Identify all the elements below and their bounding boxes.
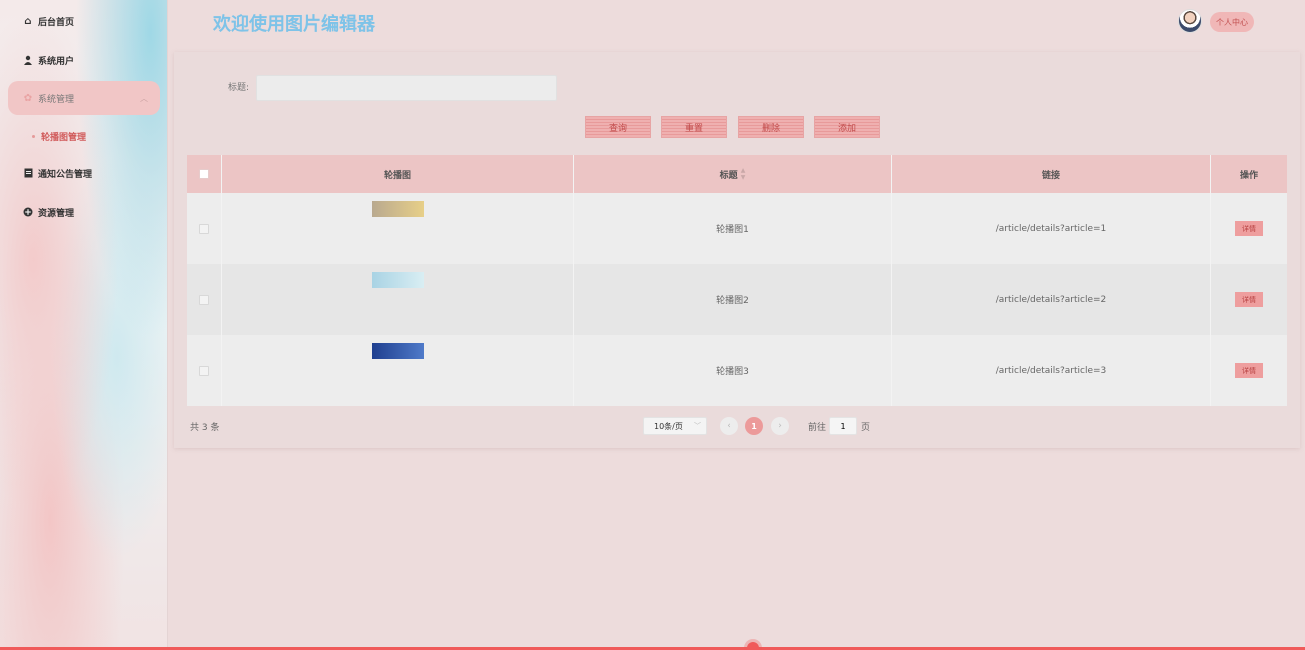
carousel-thumbnail[interactable] <box>371 272 424 288</box>
column-header-actions: 操作 <box>1239 170 1258 181</box>
actions-cell: 详情 <box>1211 193 1287 264</box>
prev-page-button[interactable]: ‹ <box>720 417 738 435</box>
sidebar-item-label: 通知公告管理 <box>38 169 93 180</box>
table-row: 轮播图3 /article/details?article=3 详情 <box>187 335 1287 406</box>
row-checkbox[interactable] <box>199 365 209 376</box>
row-checkbox-cell <box>187 264 222 335</box>
query-button[interactable]: 查询 <box>585 116 651 138</box>
row-checkbox[interactable] <box>199 294 209 305</box>
bullet-icon <box>32 134 35 138</box>
page-size-select[interactable]: 10条/页 ﹀ <box>643 417 707 435</box>
detail-button[interactable]: 详情 <box>1235 221 1263 236</box>
home-icon: ⌂ <box>24 15 32 27</box>
carousel-thumbnail[interactable] <box>371 201 424 217</box>
column-header-image: 轮播图 <box>222 155 574 193</box>
sidebar-item-system[interactable]: ✿ 系统管理 ︿ <box>8 81 160 115</box>
row-checkbox-cell <box>187 335 222 406</box>
sidebar-item-label: 系统用户 <box>38 56 75 67</box>
image-cell <box>222 264 574 335</box>
link-cell: /article/details?article=2 <box>892 264 1211 335</box>
add-button[interactable]: 添加 <box>814 116 880 138</box>
link-cell: /article/details?article=3 <box>892 335 1211 406</box>
goto-prefix: 前往 <box>808 423 827 433</box>
chevron-up-icon: ︿ <box>140 94 148 103</box>
sidebar-item-label: 资源管理 <box>38 208 75 219</box>
chevron-right-icon: › <box>778 421 782 431</box>
next-page-button[interactable]: › <box>771 417 789 435</box>
user-icon <box>22 54 34 66</box>
page-title: 欢迎使用图片编辑器 <box>213 14 375 35</box>
plus-circle-icon <box>22 206 34 218</box>
column-header-title[interactable]: 标题 ▲ ▼ <box>574 155 892 193</box>
progress-knob[interactable] <box>747 642 759 650</box>
document-icon <box>22 167 34 179</box>
row-checkbox-cell <box>187 193 222 264</box>
link-cell: /article/details?article=1 <box>892 193 1211 264</box>
page-number-button[interactable]: 1 <box>745 417 763 435</box>
data-table: 轮播图 标题 ▲ ▼ 链接 操作 轮播图1 /article/details?ar… <box>187 155 1287 406</box>
image-cell <box>222 193 574 264</box>
search-input[interactable] <box>256 75 557 101</box>
page-size-value: 10条/页 <box>654 421 683 431</box>
table-row: 轮播图2 /article/details?article=2 详情 <box>187 264 1287 335</box>
goto-page-input[interactable] <box>829 417 857 435</box>
search-label: 标题: <box>228 83 250 93</box>
avatar[interactable] <box>1178 9 1202 33</box>
sidebar-subitem-carousel[interactable]: 轮播图管理 <box>32 127 86 145</box>
column-header-title-label: 标题 <box>719 170 738 181</box>
sidebar-item-users[interactable]: 系统用户 <box>8 43 160 77</box>
detail-button[interactable]: 详情 <box>1235 292 1263 307</box>
sidebar-item-label: 后台首页 <box>38 17 75 28</box>
chevron-down-icon: ﹀ <box>694 422 701 430</box>
chevron-left-icon: ‹ <box>727 421 731 431</box>
delete-button[interactable]: 删除 <box>738 116 804 138</box>
table-header: 轮播图 标题 ▲ ▼ 链接 操作 <box>187 155 1287 193</box>
profile-button[interactable]: 个人中心 <box>1210 12 1254 32</box>
total-count: 共 3 条 <box>190 423 220 433</box>
table-row: 轮播图1 /article/details?article=1 详情 <box>187 193 1287 264</box>
image-cell <box>222 335 574 406</box>
sidebar-subitem-label: 轮播图管理 <box>41 132 87 143</box>
row-checkbox[interactable] <box>199 223 209 234</box>
sidebar-item-home[interactable]: ⌂ 后台首页 <box>8 4 160 38</box>
sidebar-item-resources[interactable]: 资源管理 <box>8 195 160 229</box>
title-cell: 轮播图3 <box>574 335 892 406</box>
carousel-thumbnail[interactable] <box>371 343 424 359</box>
select-all-cell <box>187 155 222 193</box>
sidebar: ⌂ 后台首页 系统用户 ✿ 系统管理 ︿ 轮播图管理 通知公告管理 资源管理 <box>0 0 168 650</box>
column-header-link: 链接 <box>892 155 1211 193</box>
title-cell: 轮播图2 <box>574 264 892 335</box>
detail-button[interactable]: 详情 <box>1235 363 1263 378</box>
select-all-checkbox[interactable] <box>199 169 209 179</box>
title-cell: 轮播图1 <box>574 193 892 264</box>
sidebar-item-notices[interactable]: 通知公告管理 <box>8 156 160 190</box>
actions-cell: 详情 <box>1211 264 1287 335</box>
reset-button[interactable]: 重置 <box>661 116 727 138</box>
actions-cell: 详情 <box>1211 335 1287 406</box>
goto-suffix: 页 <box>861 423 871 433</box>
settings-icon: ✿ <box>23 92 33 104</box>
sort-icon[interactable]: ▲ ▼ <box>741 167 746 181</box>
sidebar-item-label: 系统管理 <box>38 94 75 105</box>
